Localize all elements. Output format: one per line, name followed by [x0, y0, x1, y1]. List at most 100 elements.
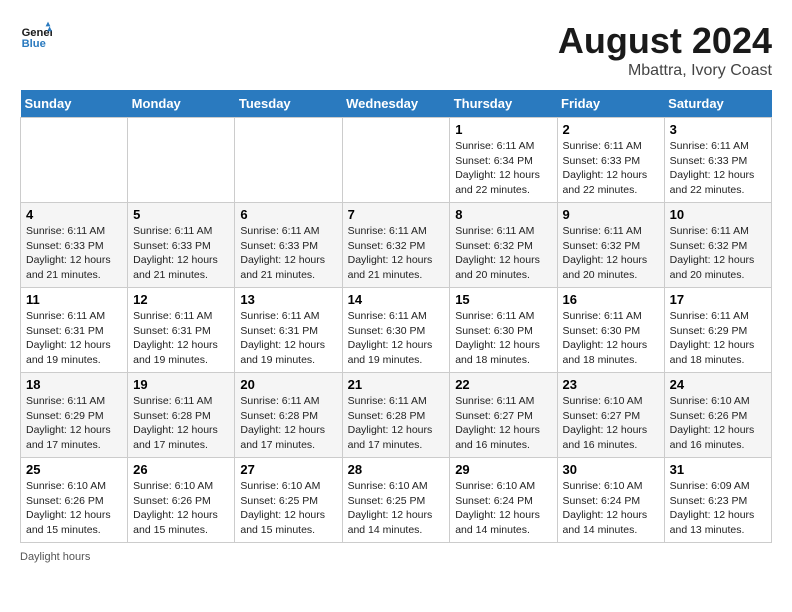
day-number: 31 [670, 462, 766, 477]
calendar-day-header: Saturday [664, 90, 771, 118]
calendar-week-row: 4 Sunrise: 6:11 AM Sunset: 6:33 PM Daylig… [21, 203, 772, 288]
day-info: Sunrise: 6:11 AM Sunset: 6:33 PM Dayligh… [670, 139, 766, 198]
calendar-cell: 24Sunrise: 6:10 AM Sunset: 6:26 PM Dayli… [664, 373, 771, 458]
day-info: Sunrise: 6:11 AM Sunset: 6:33 PM Dayligh… [563, 139, 659, 198]
day-number: 4 [26, 207, 122, 222]
day-info: Sunrise: 6:09 AM Sunset: 6:23 PM Dayligh… [670, 479, 766, 538]
calendar-day-header: Monday [128, 90, 235, 118]
day-number: 27 [240, 462, 336, 477]
calendar-cell: 18 Sunrise: 6:11 AM Sunset: 6:29 PM Dayli… [21, 373, 128, 458]
calendar-day-header: Sunday [21, 90, 128, 118]
day-info: Sunrise: 6:11 AM Sunset: 6:28 PM Dayligh… [240, 394, 336, 453]
calendar-cell: 8 Sunrise: 6:11 AM Sunset: 6:32 PM Daylig… [450, 203, 557, 288]
calendar-cell: 26Sunrise: 6:10 AM Sunset: 6:26 PM Dayli… [128, 458, 235, 543]
calendar-cell: 31 Sunrise: 6:09 AM Sunset: 6:23 PM Dayli… [664, 458, 771, 543]
day-number: 17 [670, 292, 766, 307]
day-number: 3 [670, 122, 766, 137]
day-number: 29 [455, 462, 551, 477]
calendar-cell: 21 Sunrise: 6:11 AM Sunset: 6:28 PM Dayli… [342, 373, 450, 458]
day-number: 9 [563, 207, 659, 222]
location-title: Mbattra, Ivory Coast [558, 62, 772, 80]
day-info: Sunrise: 6:10 AM Sunset: 6:26 PM Dayligh… [26, 479, 122, 538]
calendar-cell: 14 Sunrise: 6:11 AM Sunset: 6:30 PM Dayli… [342, 288, 450, 373]
day-info: Sunrise: 6:11 AM Sunset: 6:27 PM Dayligh… [455, 394, 551, 453]
calendar-cell: 11Sunrise: 6:11 AM Sunset: 6:31 PM Dayli… [21, 288, 128, 373]
page-header: General Blue August 2024 Mbattra, Ivory … [20, 20, 772, 80]
day-number: 20 [240, 377, 336, 392]
title-block: August 2024 Mbattra, Ivory Coast [558, 20, 772, 80]
day-info: Sunrise: 6:11 AM Sunset: 6:28 PM Dayligh… [348, 394, 445, 453]
day-number: 6 [240, 207, 336, 222]
day-info: Sunrise: 6:11 AM Sunset: 6:34 PM Dayligh… [455, 139, 551, 198]
footer-text: Daylight hours [20, 551, 90, 563]
day-info: Sunrise: 6:11 AM Sunset: 6:30 PM Dayligh… [348, 309, 445, 368]
footer: Daylight hours [20, 551, 772, 563]
calendar-day-header: Friday [557, 90, 664, 118]
day-info: Sunrise: 6:11 AM Sunset: 6:31 PM Dayligh… [133, 309, 229, 368]
month-title: August 2024 [558, 20, 772, 62]
calendar-cell: 6 Sunrise: 6:11 AM Sunset: 6:33 PM Daylig… [235, 203, 342, 288]
logo: General Blue [20, 20, 56, 52]
calendar-day-header: Thursday [450, 90, 557, 118]
day-number: 25 [26, 462, 122, 477]
day-number: 16 [563, 292, 659, 307]
calendar-cell: 27 Sunrise: 6:10 AM Sunset: 6:25 PM Dayli… [235, 458, 342, 543]
calendar-cell: 15 Sunrise: 6:11 AM Sunset: 6:30 PM Dayli… [450, 288, 557, 373]
svg-text:General: General [22, 27, 52, 39]
calendar-table: SundayMondayTuesdayWednesdayThursdayFrid… [20, 90, 772, 543]
day-info: Sunrise: 6:11 AM Sunset: 6:32 PM Dayligh… [670, 224, 766, 283]
calendar-cell [235, 118, 342, 203]
day-info: Sunrise: 6:10 AM Sunset: 6:25 PM Dayligh… [348, 479, 445, 538]
day-info: Sunrise: 6:11 AM Sunset: 6:32 PM Dayligh… [455, 224, 551, 283]
day-number: 22 [455, 377, 551, 392]
calendar-cell: 28 Sunrise: 6:10 AM Sunset: 6:25 PM Dayli… [342, 458, 450, 543]
day-number: 14 [348, 292, 445, 307]
day-number: 28 [348, 462, 445, 477]
day-number: 5 [133, 207, 229, 222]
day-number: 10 [670, 207, 766, 222]
svg-text:Blue: Blue [22, 38, 46, 50]
calendar-cell: 13Sunrise: 6:11 AM Sunset: 6:31 PM Dayli… [235, 288, 342, 373]
calendar-day-header: Tuesday [235, 90, 342, 118]
day-info: Sunrise: 6:11 AM Sunset: 6:33 PM Dayligh… [133, 224, 229, 283]
day-number: 21 [348, 377, 445, 392]
day-number: 18 [26, 377, 122, 392]
calendar-cell [128, 118, 235, 203]
day-info: Sunrise: 6:10 AM Sunset: 6:25 PM Dayligh… [240, 479, 336, 538]
day-info: Sunrise: 6:11 AM Sunset: 6:30 PM Dayligh… [455, 309, 551, 368]
calendar-cell: 2Sunrise: 6:11 AM Sunset: 6:33 PM Daylig… [557, 118, 664, 203]
day-info: Sunrise: 6:11 AM Sunset: 6:31 PM Dayligh… [240, 309, 336, 368]
day-info: Sunrise: 6:10 AM Sunset: 6:27 PM Dayligh… [563, 394, 659, 453]
day-number: 19 [133, 377, 229, 392]
calendar-cell: 5 Sunrise: 6:11 AM Sunset: 6:33 PM Daylig… [128, 203, 235, 288]
day-info: Sunrise: 6:11 AM Sunset: 6:33 PM Dayligh… [240, 224, 336, 283]
calendar-cell: 22 Sunrise: 6:11 AM Sunset: 6:27 PM Dayli… [450, 373, 557, 458]
day-number: 1 [455, 122, 551, 137]
day-info: Sunrise: 6:11 AM Sunset: 6:28 PM Dayligh… [133, 394, 229, 453]
calendar-cell: 10 Sunrise: 6:11 AM Sunset: 6:32 PM Dayli… [664, 203, 771, 288]
calendar-week-row: 11Sunrise: 6:11 AM Sunset: 6:31 PM Dayli… [21, 288, 772, 373]
calendar-cell: 30 Sunrise: 6:10 AM Sunset: 6:24 PM Dayli… [557, 458, 664, 543]
day-number: 23 [563, 377, 659, 392]
calendar-cell [21, 118, 128, 203]
day-info: Sunrise: 6:11 AM Sunset: 6:29 PM Dayligh… [26, 394, 122, 453]
calendar-cell: 3 Sunrise: 6:11 AM Sunset: 6:33 PM Daylig… [664, 118, 771, 203]
day-info: Sunrise: 6:10 AM Sunset: 6:24 PM Dayligh… [563, 479, 659, 538]
calendar-cell: 25 Sunrise: 6:10 AM Sunset: 6:26 PM Dayli… [21, 458, 128, 543]
calendar-cell: 19 Sunrise: 6:11 AM Sunset: 6:28 PM Dayli… [128, 373, 235, 458]
calendar-cell: 12Sunrise: 6:11 AM Sunset: 6:31 PM Dayli… [128, 288, 235, 373]
calendar-cell: 4Sunrise: 6:11 AM Sunset: 6:33 PM Daylig… [21, 203, 128, 288]
calendar-day-header: Wednesday [342, 90, 450, 118]
day-info: Sunrise: 6:11 AM Sunset: 6:29 PM Dayligh… [670, 309, 766, 368]
day-info: Sunrise: 6:11 AM Sunset: 6:30 PM Dayligh… [563, 309, 659, 368]
calendar-cell [342, 118, 450, 203]
day-info: Sunrise: 6:11 AM Sunset: 6:32 PM Dayligh… [563, 224, 659, 283]
day-number: 30 [563, 462, 659, 477]
day-info: Sunrise: 6:11 AM Sunset: 6:31 PM Dayligh… [26, 309, 122, 368]
day-info: Sunrise: 6:10 AM Sunset: 6:24 PM Dayligh… [455, 479, 551, 538]
day-number: 8 [455, 207, 551, 222]
calendar-week-row: 1 Sunrise: 6:11 AM Sunset: 6:34 PM Daylig… [21, 118, 772, 203]
day-info: Sunrise: 6:11 AM Sunset: 6:32 PM Dayligh… [348, 224, 445, 283]
day-number: 15 [455, 292, 551, 307]
logo-icon: General Blue [20, 20, 52, 52]
